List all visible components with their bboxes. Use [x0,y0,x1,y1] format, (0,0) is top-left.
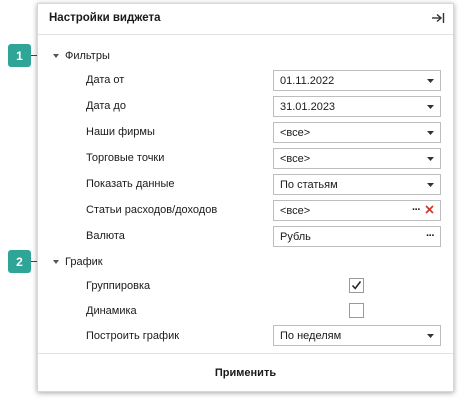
panel-header: Настройки виджета [38,4,453,35]
panel-title: Настройки виджета [49,12,161,24]
chevron-down-icon [427,334,434,338]
section-chart-label: График [65,256,103,268]
apply-button[interactable]: Применить [38,354,453,392]
expense-items-label: Статьи расходов/доходов [86,204,218,216]
date-from-label: Дата от [86,74,125,86]
build-chart-value: По неделям [280,330,342,342]
date-to-select[interactable]: 31.01.2023 [273,96,441,117]
widget-settings-panel: Настройки виджета Фильтры Дата от 01.11.… [37,3,454,392]
date-to-value: 31.01.2023 [280,101,336,113]
expense-items-value: <все> [280,205,311,217]
section-filters-label: Фильтры [65,50,110,62]
chevron-down-icon [427,131,434,135]
expense-items-picker[interactable]: <все> ··· [273,200,441,221]
our-firms-label: Наши фирмы [86,126,155,138]
section-filters-toggle[interactable]: Фильтры [52,48,110,64]
more-dots-icon[interactable]: ··· [426,231,435,242]
outlets-select[interactable]: <все> [273,148,441,169]
grouping-checkbox[interactable] [349,278,364,293]
date-from-select[interactable]: 01.11.2022 [273,70,441,91]
build-chart-label: Построить график [86,330,180,342]
caret-down-icon [53,54,59,58]
section-chart-toggle[interactable]: График [52,254,103,270]
dynamics-label: Динамика [86,305,137,317]
date-to-label: Дата до [86,100,126,112]
chevron-down-icon [427,105,434,109]
show-data-value: По статьям [280,179,338,191]
dynamics-checkbox[interactable] [349,303,364,318]
more-dots-icon[interactable]: ··· [412,205,421,216]
build-chart-select[interactable]: По неделям [273,325,441,346]
currency-picker[interactable]: Рубль ··· [273,226,441,247]
our-firms-select[interactable]: <все> [273,122,441,143]
chevron-down-icon [427,79,434,83]
checkmark-icon [351,281,362,290]
show-data-select[interactable]: По статьям [273,174,441,195]
outlets-value: <все> [280,153,311,165]
clear-icon[interactable] [425,205,434,214]
date-from-value: 01.11.2022 [280,75,335,87]
currency-value: Рубль [280,231,311,243]
panel-footer: Применить [38,353,453,392]
currency-label: Валюта [86,230,125,242]
outlets-label: Торговые точки [86,152,165,164]
our-firms-value: <все> [280,127,311,139]
show-data-label: Показать данные [86,178,175,190]
chevron-down-icon [427,183,434,187]
callout-filters: 1 [8,44,31,67]
chevron-down-icon [427,157,434,161]
caret-down-icon [53,260,59,264]
callout-chart: 2 [8,250,31,273]
pin-right-icon[interactable] [431,11,445,25]
grouping-label: Группировка [86,280,151,292]
